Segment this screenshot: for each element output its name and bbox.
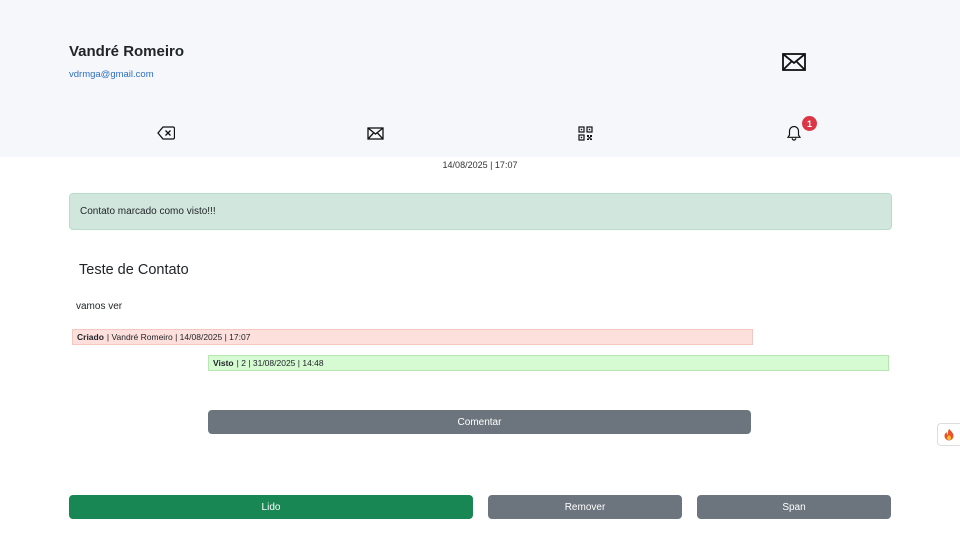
notification-badge: 1 [802, 116, 817, 131]
span-button[interactable]: Span [697, 495, 891, 519]
side-widget-tab[interactable] [937, 423, 960, 446]
remove-button[interactable]: Remover [488, 495, 682, 519]
comment-button[interactable]: Comentar [208, 410, 751, 434]
created-log-entry: Criado | Vandré Romeiro | 14/08/2025 | 1… [72, 329, 753, 345]
user-email-link[interactable]: vdrmga@gmail.com [69, 69, 154, 80]
created-label: Criado [77, 332, 104, 342]
backspace-icon[interactable] [155, 122, 177, 144]
qr-code-icon[interactable] [574, 122, 596, 144]
user-name: Vandré Romeiro [69, 43, 185, 60]
seen-log-entry: Visto | 2 | 31/08/2025 | 14:48 [208, 355, 889, 371]
created-details: | Vandré Romeiro | 14/08/2025 | 17:07 [106, 332, 251, 342]
flame-icon [944, 428, 954, 441]
message-body: vamos ver [76, 301, 123, 312]
success-alert: Contato marcado como visto!!! [69, 193, 892, 230]
seen-details: | 2 | 31/08/2025 | 14:48 [236, 358, 324, 368]
profile-header: Vandré Romeiro vdrmga@gmail.com 1 [0, 0, 960, 157]
message-timestamp: 14/08/2025 | 17:07 [442, 160, 518, 170]
mail-icon[interactable] [364, 122, 386, 144]
mail-icon[interactable] [781, 51, 807, 73]
seen-label: Visto [213, 358, 234, 368]
mark-read-button[interactable]: Lido [69, 495, 473, 519]
message-title: Teste de Contato [79, 262, 189, 278]
